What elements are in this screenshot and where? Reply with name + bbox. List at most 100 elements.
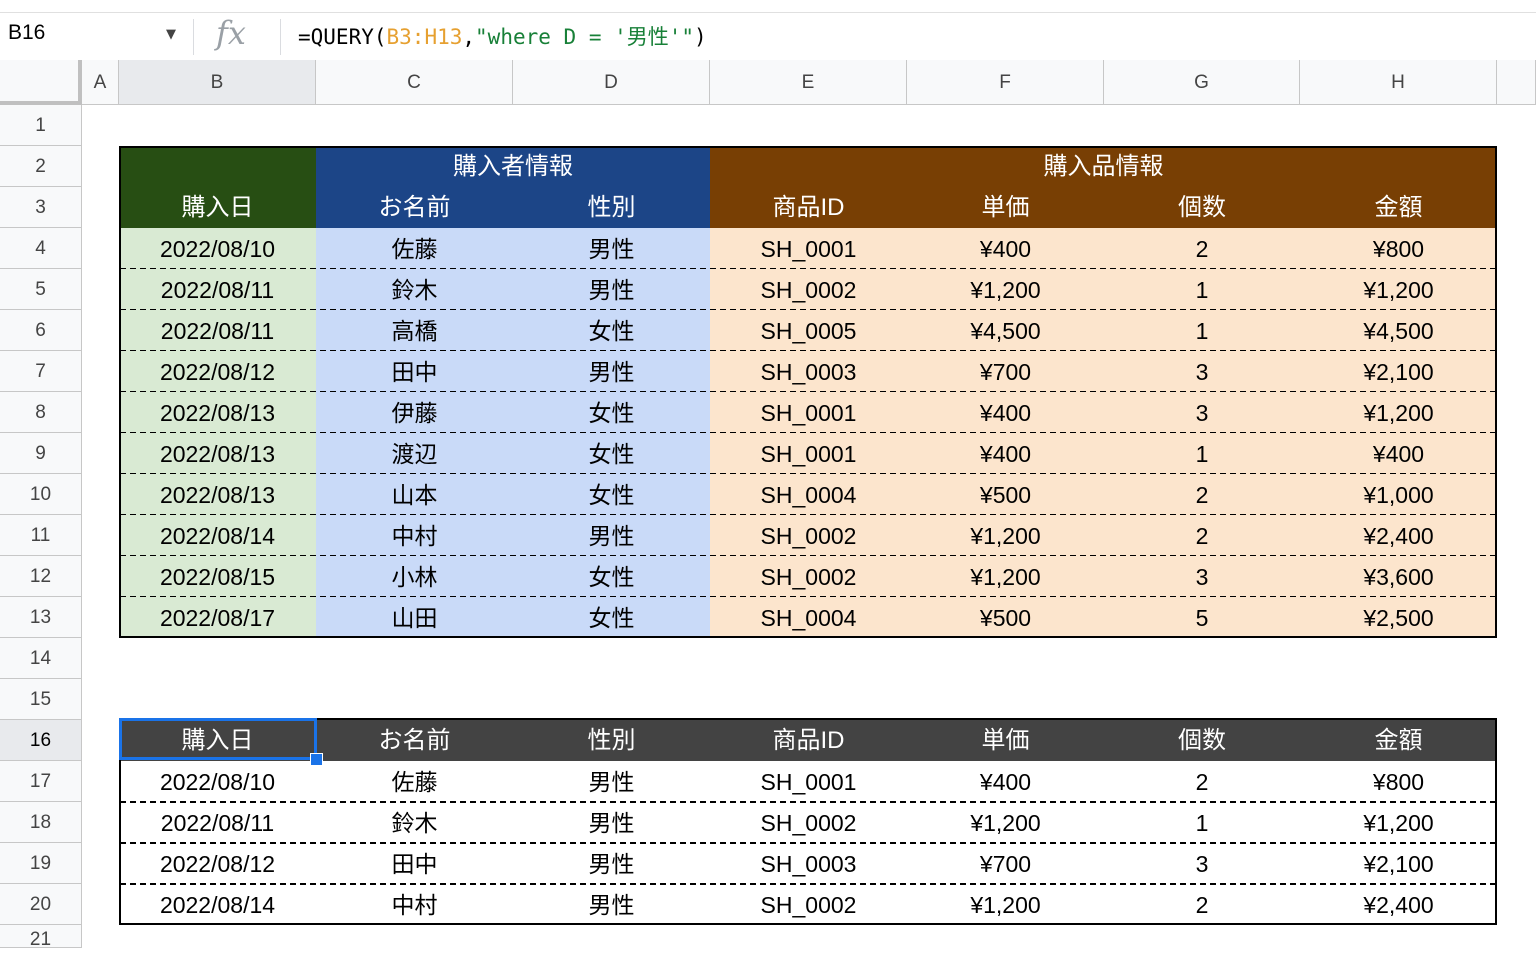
table1-cell-amount[interactable]: ¥400	[1300, 433, 1497, 474]
fill-handle[interactable]	[310, 753, 323, 766]
table1-cell-date[interactable]: 2022/08/10	[119, 228, 316, 269]
table1-cell-quantity[interactable]: 3	[1104, 556, 1300, 597]
table1-cell-name[interactable]: 高橋	[316, 310, 513, 351]
table1-cell-product-id[interactable]: SH_0002	[710, 515, 907, 556]
table1-cell-amount[interactable]: ¥1,200	[1300, 392, 1497, 433]
table1-cell-date[interactable]: 2022/08/13	[119, 474, 316, 515]
row-header-16[interactable]: 16	[0, 720, 82, 761]
table2-cell-gender[interactable]: 男性	[513, 843, 710, 884]
table1-cell-unit-price[interactable]: ¥1,200	[907, 515, 1104, 556]
table1-cell-product-id[interactable]: SH_0004	[710, 474, 907, 515]
table2-cell-name[interactable]: 田中	[316, 843, 513, 884]
table1-cell-quantity[interactable]: 2	[1104, 474, 1300, 515]
table1-header-date[interactable]: 購入日	[119, 188, 316, 228]
table2-cell-date[interactable]: 2022/08/14	[119, 884, 316, 925]
table1-cell-product-id[interactable]: SH_0002	[710, 556, 907, 597]
table2-cell-product-id[interactable]: SH_0001	[710, 761, 907, 802]
table1-cell-quantity[interactable]: 3	[1104, 351, 1300, 392]
column-header-d[interactable]: D	[513, 60, 710, 105]
table1-header-quantity[interactable]: 個数	[1104, 187, 1300, 228]
table1-cell-product-id[interactable]: SH_0001	[710, 433, 907, 474]
row-header-11[interactable]: 11	[0, 515, 82, 556]
column-header-h[interactable]: H	[1300, 60, 1497, 105]
table1-cell-unit-price[interactable]: ¥1,200	[907, 556, 1104, 597]
table1-cell-name[interactable]: 山本	[316, 474, 513, 515]
table1-cell-gender[interactable]: 女性	[513, 597, 710, 638]
table1-cell-amount[interactable]: ¥2,500	[1300, 597, 1497, 638]
formula-input[interactable]: =QUERY(B3:H13,"where D = '男性'")	[298, 21, 707, 51]
row-header-1[interactable]: 1	[0, 105, 82, 146]
table1-cell-unit-price[interactable]: ¥500	[907, 474, 1104, 515]
table1-cell-quantity[interactable]: 3	[1104, 392, 1300, 433]
table1-cell-unit-price[interactable]: ¥400	[907, 433, 1104, 474]
row-header-15[interactable]: 15	[0, 679, 82, 720]
table1-cell-product-id[interactable]: SH_0002	[710, 269, 907, 310]
column-header-g[interactable]: G	[1104, 60, 1300, 105]
table2-cell-amount[interactable]: ¥800	[1300, 761, 1497, 802]
table2-header-gender[interactable]: 性別	[513, 720, 710, 761]
table1-cell-amount[interactable]: ¥800	[1300, 228, 1497, 269]
column-header-b[interactable]: B	[119, 60, 316, 105]
table1-cell-gender[interactable]: 男性	[513, 228, 710, 269]
table1-cell-name[interactable]: 伊藤	[316, 392, 513, 433]
table2-header-name[interactable]: お名前	[316, 720, 513, 761]
table2-cell-name[interactable]: 中村	[316, 884, 513, 925]
table1-cell-date[interactable]: 2022/08/11	[119, 269, 316, 310]
table1-cell-name[interactable]: 田中	[316, 351, 513, 392]
table1-cell-date[interactable]: 2022/08/14	[119, 515, 316, 556]
table1-cell-date[interactable]: 2022/08/13	[119, 433, 316, 474]
table2-header-unit-price[interactable]: 単価	[907, 720, 1104, 761]
table1-header-unit-price[interactable]: 単価	[907, 187, 1104, 228]
table1-cell-unit-price[interactable]: ¥1,200	[907, 269, 1104, 310]
table1-cell-product-id[interactable]: SH_0001	[710, 392, 907, 433]
table1-cell-date[interactable]: 2022/08/15	[119, 556, 316, 597]
table2-header-quantity[interactable]: 個数	[1104, 720, 1300, 761]
table2-cell-unit-price[interactable]: ¥400	[907, 761, 1104, 802]
table1-cell-product-id[interactable]: SH_0001	[710, 228, 907, 269]
table2-cell-unit-price[interactable]: ¥1,200	[907, 884, 1104, 925]
row-header-5[interactable]: 5	[0, 269, 82, 310]
table2-cell-quantity[interactable]: 2	[1104, 884, 1300, 925]
table1-cell-quantity[interactable]: 2	[1104, 228, 1300, 269]
table2-cell-product-id[interactable]: SH_0003	[710, 843, 907, 884]
table1-cell-date[interactable]: 2022/08/17	[119, 597, 316, 638]
table1-group-buyer[interactable]: 購入者情報	[316, 146, 710, 187]
table2-cell-quantity[interactable]: 1	[1104, 802, 1300, 843]
table2-cell-date[interactable]: 2022/08/11	[119, 802, 316, 843]
row-header-18[interactable]: 18	[0, 802, 82, 843]
table1-cell-unit-price[interactable]: ¥700	[907, 351, 1104, 392]
table1-cell-name[interactable]: 鈴木	[316, 269, 513, 310]
column-header-c[interactable]: C	[316, 60, 513, 105]
name-box[interactable]: B16	[8, 21, 45, 45]
table1-cell-unit-price[interactable]: ¥4,500	[907, 310, 1104, 351]
table1-header-name[interactable]: お名前	[316, 187, 513, 228]
column-header-e[interactable]: E	[710, 60, 907, 105]
table1-group-item[interactable]: 購入品情報	[710, 146, 1497, 187]
row-header-8[interactable]: 8	[0, 392, 82, 433]
active-cell-selection[interactable]	[119, 718, 317, 760]
table1-cell-quantity[interactable]: 1	[1104, 269, 1300, 310]
table1-header-amount[interactable]: 金額	[1300, 187, 1497, 228]
table1-cell-name[interactable]: 佐藤	[316, 228, 513, 269]
table1-cell-date[interactable]: 2022/08/11	[119, 310, 316, 351]
table2-cell-unit-price[interactable]: ¥700	[907, 843, 1104, 884]
row-header-12[interactable]: 12	[0, 556, 82, 597]
table1-cell-product-id[interactable]: SH_0005	[710, 310, 907, 351]
column-header-f[interactable]: F	[907, 60, 1104, 105]
row-header-7[interactable]: 7	[0, 351, 82, 392]
table2-cell-date[interactable]: 2022/08/12	[119, 843, 316, 884]
table1-cell-gender[interactable]: 女性	[513, 556, 710, 597]
table1-cell-amount[interactable]: ¥2,100	[1300, 351, 1497, 392]
table2-cell-gender[interactable]: 男性	[513, 761, 710, 802]
table1-cell-product-id[interactable]: SH_0003	[710, 351, 907, 392]
row-header-13[interactable]: 13	[0, 597, 82, 638]
table2-cell-amount[interactable]: ¥1,200	[1300, 802, 1497, 843]
table1-cell-date[interactable]: 2022/08/13	[119, 392, 316, 433]
table1-cell-product-id[interactable]: SH_0004	[710, 597, 907, 638]
table1-cell-date[interactable]: 2022/08/12	[119, 351, 316, 392]
table1-cell-name[interactable]: 中村	[316, 515, 513, 556]
table2-header-product-id[interactable]: 商品ID	[710, 720, 907, 761]
row-header-6[interactable]: 6	[0, 310, 82, 351]
column-header-next[interactable]	[1497, 60, 1536, 105]
table1-cell-gender[interactable]: 女性	[513, 392, 710, 433]
